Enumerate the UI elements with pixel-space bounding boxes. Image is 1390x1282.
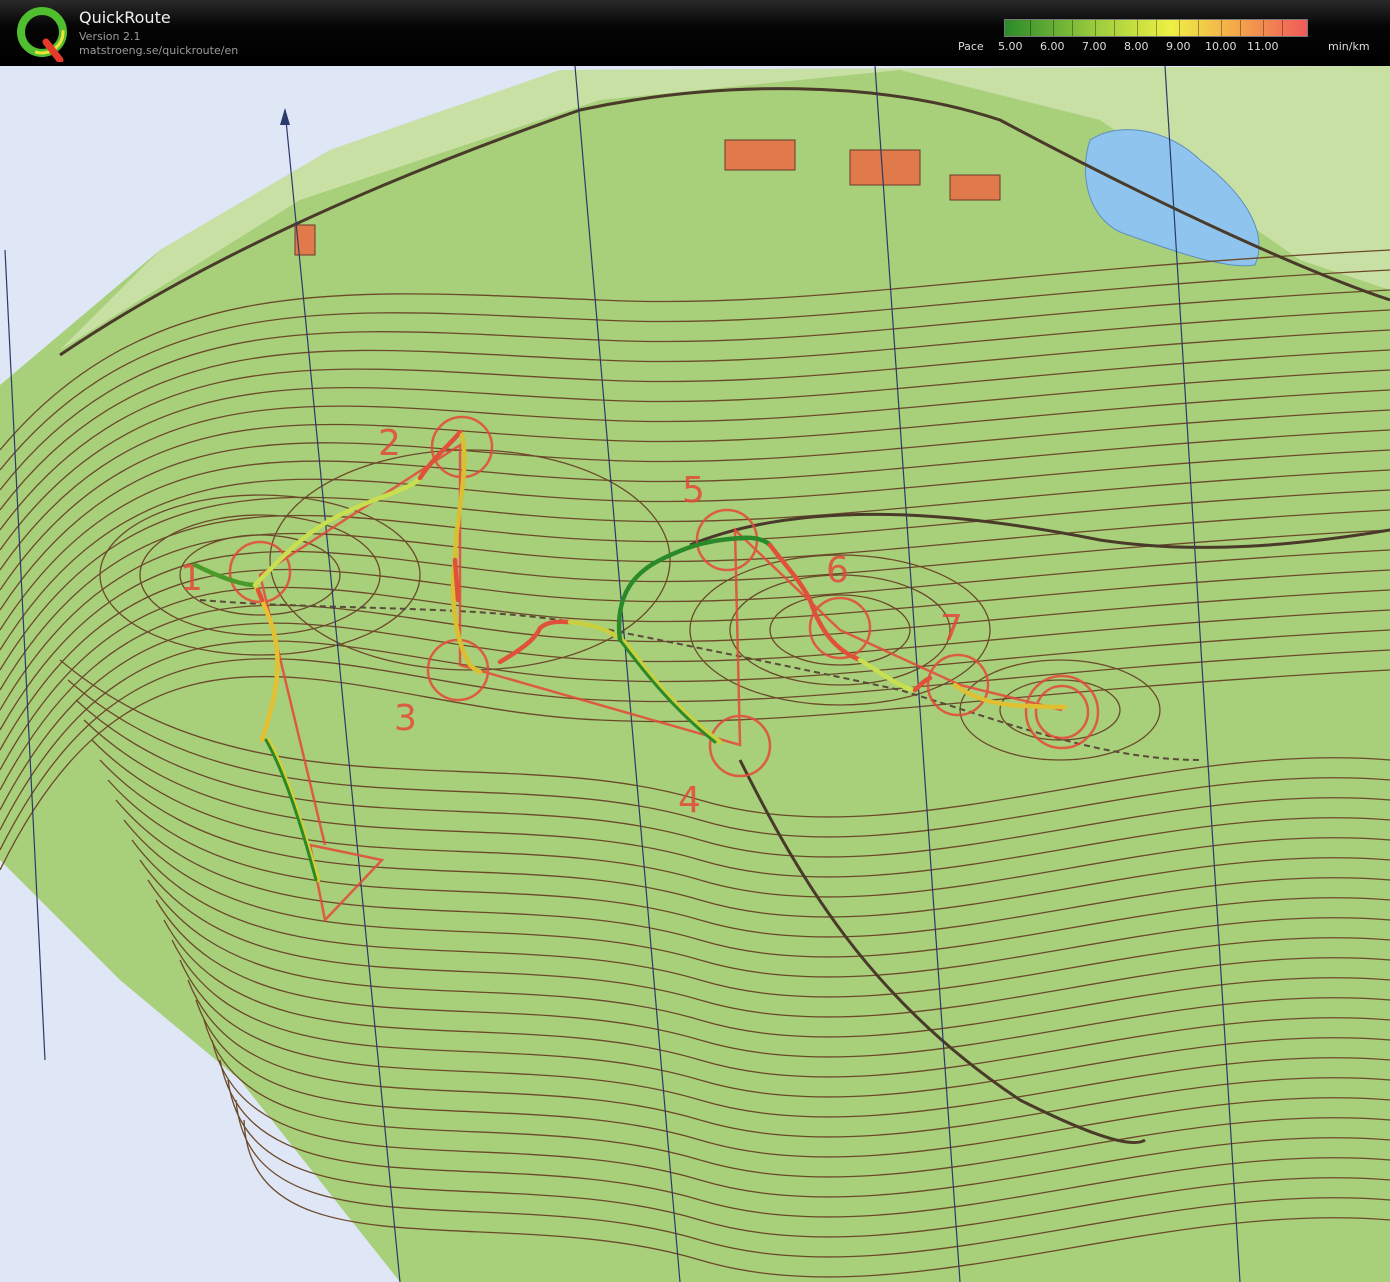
pace-tick: 6.00 [1040, 40, 1065, 53]
control-number-3: 3 [394, 698, 417, 739]
control-number-5: 5 [682, 470, 705, 511]
pace-tick: 7.00 [1082, 40, 1107, 53]
orienteering-map[interactable]: 1 2 3 4 5 6 7 [0, 66, 1390, 1282]
pace-color-scale [1004, 19, 1308, 37]
pace-tick: 10.00 [1205, 40, 1237, 53]
app-header: QuickRoute Version 2.1 matstroeng.se/qui… [0, 0, 1390, 66]
app-title: QuickRoute [79, 8, 171, 27]
pace-tick: 11.00 [1247, 40, 1279, 53]
pace-tick: 8.00 [1124, 40, 1149, 53]
control-number-1: 1 [180, 558, 203, 599]
control-number-2: 2 [378, 423, 401, 464]
quickroute-logo-icon [17, 7, 67, 62]
control-number-4: 4 [678, 780, 701, 821]
pace-tick: 9.00 [1166, 40, 1191, 53]
app-version: Version 2.1 [79, 30, 141, 43]
control-number-7: 7 [940, 608, 963, 649]
pace-tick: 5.00 [998, 40, 1023, 53]
pace-unit: min/km [1328, 40, 1370, 53]
app-url[interactable]: matstroeng.se/quickroute/en [79, 44, 238, 57]
pace-label: Pace [958, 40, 984, 53]
control-number-6: 6 [826, 550, 849, 591]
